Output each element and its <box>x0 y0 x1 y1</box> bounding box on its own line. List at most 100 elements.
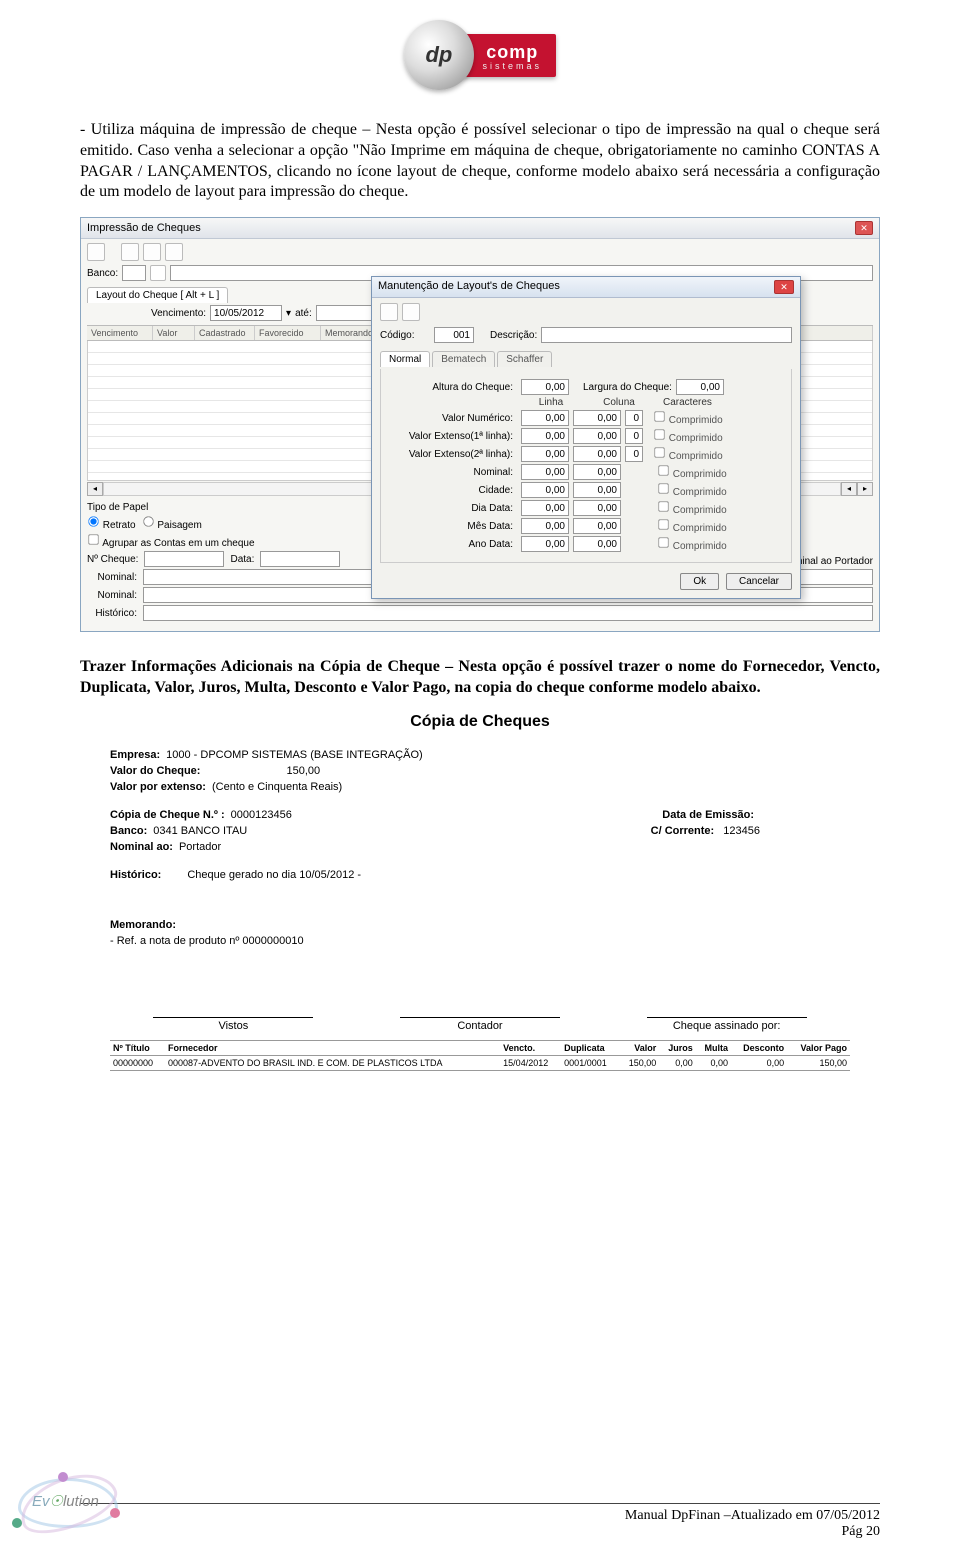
th-ntitulo: Nº Título <box>110 1040 165 1055</box>
tool-icon-1[interactable] <box>121 243 139 261</box>
dlg-caract-input[interactable] <box>625 410 643 426</box>
chk-comprimido[interactable]: Comprimido <box>653 446 723 462</box>
sig-contador: Contador <box>400 1017 560 1032</box>
logo-header: comp sistemas <box>80 20 880 90</box>
historico-label: Histórico: <box>87 608 137 619</box>
table-row: 00000000 000087-ADVENTO DO BRASIL IND. E… <box>110 1055 850 1070</box>
dlg-linha-input[interactable] <box>521 410 569 426</box>
dlg-linha-input[interactable] <box>521 446 569 462</box>
dialog-close-icon[interactable]: ✕ <box>774 280 794 294</box>
dlg-row: Nominal: Comprimido <box>387 464 785 480</box>
altura-input[interactable] <box>521 379 569 395</box>
chk-comprimido[interactable]: Comprimido <box>657 536 727 552</box>
dlg-tool-icon-1[interactable] <box>380 303 398 321</box>
nominal-label-1: Nominal: <box>87 572 137 583</box>
dlg-linha-input[interactable] <box>521 464 569 480</box>
dlg-linha-input[interactable] <box>521 428 569 444</box>
dlg-coluna-input[interactable] <box>573 428 621 444</box>
dlg-coluna-input[interactable] <box>573 536 621 552</box>
dlg-row-label: Valor Extenso(2ª linha): <box>387 449 517 460</box>
chk-comprimido[interactable]: Comprimido <box>653 428 723 444</box>
tool-icon-2[interactable] <box>143 243 161 261</box>
th-multa: Multa <box>696 1040 731 1055</box>
dlg-linha-input[interactable] <box>521 500 569 516</box>
banco-label: Banco: <box>87 268 118 279</box>
tab-bematech[interactable]: Bematech <box>432 351 495 367</box>
dialog-layout-cheque: Manutenção de Layout's de Cheques ✕ Códi… <box>371 276 801 599</box>
dlg-coluna-input[interactable] <box>573 464 621 480</box>
sig-vistos: Vistos <box>153 1017 313 1032</box>
cc-label: C/ Corrente: <box>651 825 715 837</box>
chk-comprimido[interactable]: Comprimido <box>653 410 723 426</box>
tipo-papel-label: Tipo de Papel <box>87 502 148 513</box>
col-valor: Valor <box>153 326 195 340</box>
chk-comprimido[interactable]: Comprimido <box>657 500 727 516</box>
data-label: Data: <box>230 554 254 565</box>
banco-input[interactable] <box>122 265 146 281</box>
ok-button[interactable]: Ok <box>680 573 719 590</box>
dlg-linha-input[interactable] <box>521 518 569 534</box>
signatures: Vistos Contador Cheque assinado por: <box>110 1017 850 1032</box>
dlg-row-label: Nominal: <box>387 467 517 478</box>
dlg-caract-input[interactable] <box>625 428 643 444</box>
dlg-coluna-input[interactable] <box>573 446 621 462</box>
dlg-caract-input[interactable] <box>625 446 643 462</box>
chk-comprimido[interactable]: Comprimido <box>657 482 727 498</box>
historico-input[interactable] <box>143 605 873 621</box>
radio-paisagem[interactable]: Paisagem <box>142 515 202 531</box>
dlg-row: Mês Data: Comprimido <box>387 518 785 534</box>
dlg-row: Valor Numérico: Comprimido <box>387 410 785 426</box>
chk-agrupar[interactable]: Agrupar as Contas em um cheque <box>87 533 255 549</box>
memo-value: - Ref. a nota de produto nº 0000000010 <box>110 935 304 947</box>
data-emissao-label: Data de Emissão: <box>662 809 754 821</box>
detalhes-table: Nº Título Fornecedor Vencto. Duplicata V… <box>110 1040 850 1071</box>
chk-comprimido[interactable]: Comprimido <box>657 464 727 480</box>
tool-icon-3[interactable] <box>165 243 183 261</box>
banco-copia-value: 0341 BANCO ITAU <box>153 825 247 837</box>
scroll-left-icon[interactable]: ◂ <box>87 482 103 496</box>
dlg-linha-input[interactable] <box>521 536 569 552</box>
largura-input[interactable] <box>676 379 724 395</box>
tab-schaffer[interactable]: Schaffer <box>497 351 552 367</box>
tab-layout-cheque[interactable]: Layout do Cheque [ Alt + L ] <box>87 287 228 303</box>
dlg-row: Valor Extenso(2ª linha): Comprimido <box>387 446 785 462</box>
dlg-row-label: Ano Data: <box>387 539 517 550</box>
lookup-icon[interactable] <box>150 265 166 281</box>
dlg-row-label: Mês Data: <box>387 521 517 532</box>
banco-copia-label: Banco: <box>110 825 147 837</box>
window-title-text: Impressão de Cheques <box>87 222 201 234</box>
scroll-step-left-icon[interactable]: ◂ <box>841 482 857 496</box>
window-impressao-cheques: Impressão de Cheques ✕ Banco: Layout do … <box>80 217 880 632</box>
valor-cheque-label: Valor do Cheque: <box>110 765 200 777</box>
print-icon[interactable] <box>87 243 105 261</box>
col-cadastrado: Cadastrado <box>195 326 255 340</box>
nominal-copia-value: Portador <box>179 841 221 853</box>
empresa-value: 1000 - DPCOMP SISTEMAS (BASE INTEGRAÇÃO) <box>166 749 423 761</box>
hist-label: Histórico: <box>110 869 161 881</box>
footer-line-2: Pág 20 <box>80 1524 880 1540</box>
radio-retrato[interactable]: Retrato <box>87 515 136 531</box>
chk-comprimido[interactable]: Comprimido <box>657 518 727 534</box>
codigo-label: Código: <box>380 330 430 341</box>
venc-from-input[interactable] <box>210 305 282 321</box>
copia-cheque-block: Cópia de Cheques Empresa:1000 - DPCOMP S… <box>110 713 850 1071</box>
data-input[interactable] <box>260 551 340 567</box>
dlg-coluna-input[interactable] <box>573 500 621 516</box>
ncheque-input[interactable] <box>144 551 224 567</box>
empresa-label: Empresa: <box>110 749 160 761</box>
dlg-row: Valor Extenso(1ª linha): Comprimido <box>387 428 785 444</box>
dlg-coluna-input[interactable] <box>573 518 621 534</box>
descricao-input[interactable] <box>541 327 792 343</box>
close-icon[interactable]: ✕ <box>855 221 873 235</box>
th-vencto: Vencto. <box>500 1040 561 1055</box>
dlg-linha-input[interactable] <box>521 482 569 498</box>
scroll-step-right-icon[interactable]: ▸ <box>857 482 873 496</box>
tab-normal[interactable]: Normal <box>380 351 430 367</box>
dlg-tool-icon-2[interactable] <box>402 303 420 321</box>
copia-num-label: Cópia de Cheque N.º : <box>110 809 225 821</box>
cancel-button[interactable]: Cancelar <box>726 573 792 590</box>
footer-line-1: Manual DpFinan –Atualizado em 07/05/2012 <box>80 1508 880 1524</box>
codigo-input[interactable] <box>434 327 474 343</box>
dlg-coluna-input[interactable] <box>573 410 621 426</box>
dlg-coluna-input[interactable] <box>573 482 621 498</box>
